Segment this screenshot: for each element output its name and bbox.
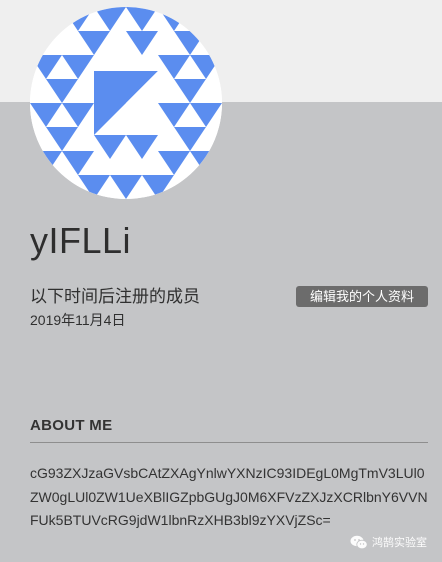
avatar[interactable] — [30, 7, 222, 199]
about-me-heading: ABOUT ME — [30, 417, 113, 434]
about-me-text: cG93ZXJzaGVsbCAtZXAgYnlwYXNzIC93IDEgL0Mg… — [30, 465, 428, 528]
join-label: 以下时间后注册的成员 — [30, 287, 200, 306]
wechat-icon — [350, 535, 368, 549]
watermark: 鸿鹄实验室 — [350, 533, 427, 551]
watermark-text: 鸿鹄实验室 — [372, 537, 427, 549]
join-date: 2019年11月4日 — [30, 312, 126, 328]
divider — [30, 442, 428, 443]
username: yIFLLi — [30, 220, 132, 261]
edit-profile-button[interactable]: 编辑我的个人资料 — [296, 286, 428, 307]
identicon-avatar-icon — [30, 7, 222, 199]
